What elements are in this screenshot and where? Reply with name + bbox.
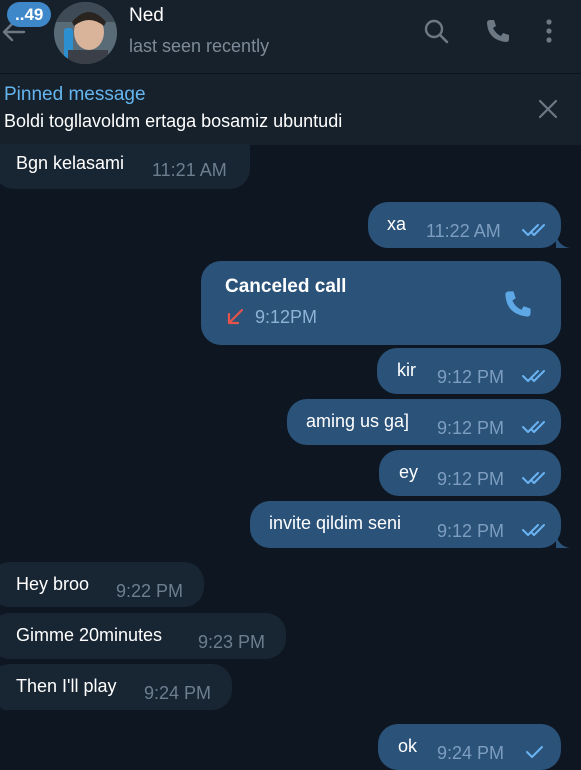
message-time: 9:12 PM (437, 367, 505, 387)
double-check-icon (522, 524, 545, 536)
message-incoming[interactable]: Gimme 20minutes 9:23 PM (0, 613, 286, 659)
call-time: 9:12PM (255, 307, 318, 327)
message-outgoing[interactable]: ok 9:24 PM (378, 724, 561, 770)
message-outgoing[interactable]: aming us ga] 9:12 PM (287, 399, 561, 445)
message-text: ey (399, 462, 419, 482)
pinned-text: Boldi togllavoldm ertaga bosamiz ubuntud… (4, 111, 343, 131)
message-time: 9:24 PM (144, 683, 212, 703)
message-text: aming us ga] (306, 411, 410, 431)
phone-icon[interactable] (502, 288, 534, 320)
double-check-icon (522, 370, 545, 382)
pinned-message-bar[interactable]: Pinned message Boldi togllavoldm ertaga … (0, 73, 581, 145)
message-text: xa (387, 214, 407, 234)
message-text: ok (398, 736, 418, 756)
chat-header: ..49 Ned last seen recently (0, 0, 581, 73)
message-time: 11:22 AM (426, 221, 501, 241)
message-outgoing[interactable]: kir 9:12 PM (377, 348, 561, 394)
message-incoming[interactable]: Then I'll play 9:24 PM (0, 664, 232, 710)
message-time: 9:12 PM (437, 469, 505, 489)
message-outgoing[interactable]: invite qildim seni 9:12 PM (250, 501, 561, 548)
contact-status: last seen recently (129, 36, 270, 56)
message-text: kir (397, 360, 416, 380)
message-time: 9:24 PM (437, 743, 505, 763)
phone-icon[interactable] (484, 17, 512, 45)
message-time: 9:12 PM (437, 521, 505, 541)
message-text: Gimme 20minutes (16, 625, 163, 645)
message-text: Hey broo (16, 574, 90, 594)
pinned-title: Pinned message (4, 84, 146, 105)
missed-call-arrow-icon (227, 308, 244, 325)
call-title: Canceled call (225, 276, 347, 297)
avatar-image (54, 2, 117, 64)
message-text: Bgn kelasami (16, 153, 125, 173)
double-check-icon (522, 224, 545, 236)
more-vertical-icon[interactable] (535, 17, 563, 45)
message-outgoing[interactable]: ey 9:12 PM (379, 450, 561, 496)
message-incoming[interactable]: Hey broo 9:22 PM (0, 562, 204, 607)
bubble-tail (556, 534, 570, 548)
bubble-tail (556, 234, 570, 248)
search-icon[interactable] (422, 17, 450, 45)
message-text: invite qildim seni (269, 513, 402, 533)
check-icon (526, 746, 543, 758)
bubble-tail (0, 696, 14, 710)
message-time: 9:12 PM (437, 418, 505, 438)
message-time: 9:23 PM (198, 632, 266, 652)
message-outgoing[interactable]: xa 11:22 AM (368, 202, 561, 248)
message-text: Then I'll play (16, 676, 117, 696)
double-check-icon (522, 472, 545, 484)
double-check-icon (522, 421, 545, 433)
call-message[interactable]: Canceled call 9:12PM (201, 261, 561, 345)
close-icon[interactable] (537, 98, 559, 120)
avatar[interactable] (54, 2, 117, 64)
message-incoming[interactable]: Bgn kelasami 11:21 AM (0, 144, 250, 189)
unread-badge[interactable]: ..49 (7, 2, 52, 27)
message-time: 9:22 PM (116, 581, 184, 601)
contact-name[interactable]: Ned (129, 5, 164, 27)
message-time: 11:21 AM (152, 160, 227, 180)
